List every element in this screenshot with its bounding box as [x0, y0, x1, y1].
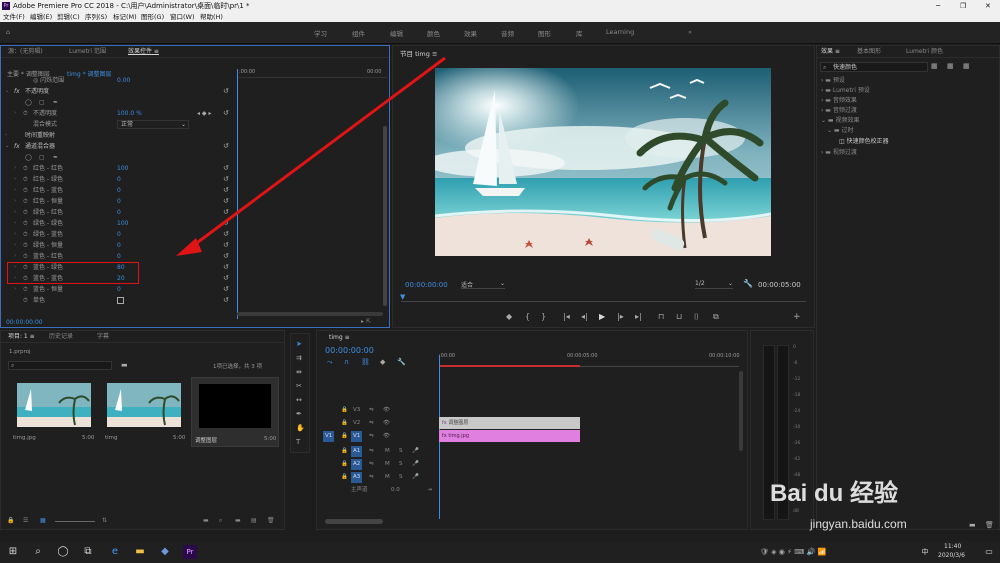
baidu-watermark: Bai du 经验 jingyan.baidu.com: [770, 455, 990, 540]
edge-icon[interactable]: e: [108, 545, 122, 559]
app-icon[interactable]: ◆: [158, 545, 172, 559]
cortana-icon[interactable]: ◯: [56, 545, 70, 559]
task-view-icon[interactable]: ⧉: [81, 545, 95, 559]
search-icon[interactable]: ⌕: [31, 545, 45, 559]
tray-icons[interactable]: 🛡 ◈ ◉ ⚡ ⌨ 🔊 📶: [760, 545, 910, 559]
input-language[interactable]: 中: [918, 545, 932, 559]
watermark-url: jingyan.baidu.com: [810, 517, 907, 531]
premiere-taskbar-icon[interactable]: Pr: [183, 545, 197, 559]
clock-time[interactable]: 11:40: [944, 543, 961, 550]
annotation-arrow-line: [189, 56, 446, 250]
windows-start-icon[interactable]: ⊞: [6, 545, 20, 559]
notification-icon[interactable]: ▭: [982, 545, 996, 559]
clock-date[interactable]: 2020/3/6: [938, 552, 965, 559]
file-explorer-icon[interactable]: ▬: [133, 545, 147, 559]
windows-taskbar: ⊞ ⌕ ◯ ⧉ e ▬ ◆ Pr 🛡 ◈ ◉ ⚡ ⌨ 🔊 📶 中 11:40 2…: [0, 541, 1000, 563]
watermark-brand: Bai du 经验: [770, 480, 899, 507]
